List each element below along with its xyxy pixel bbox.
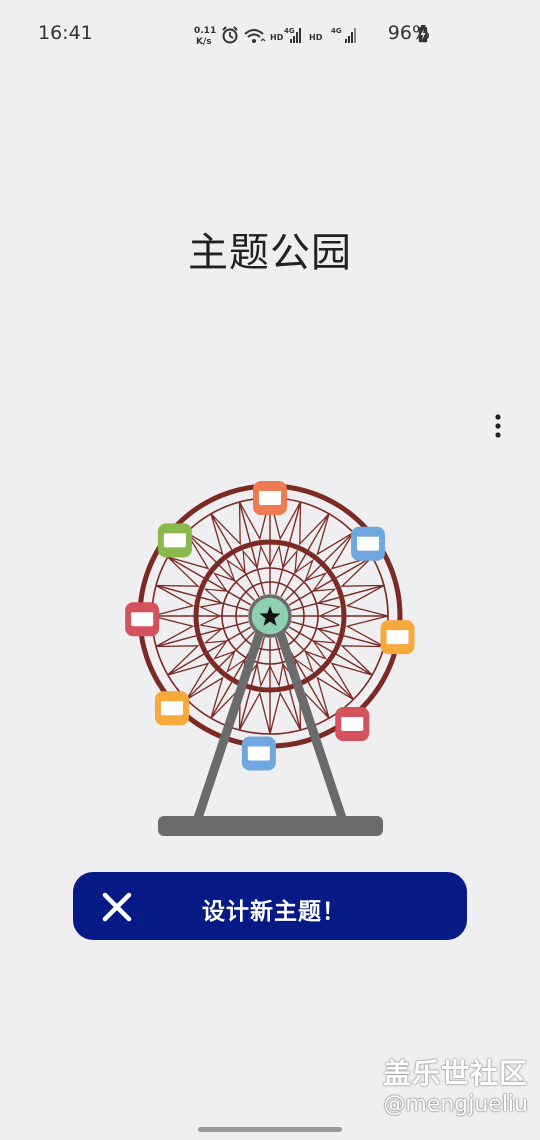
signal2-tag: HD <box>309 33 323 42</box>
cabin <box>125 602 160 637</box>
cabin <box>380 620 415 655</box>
watermark-username: @mengjueliu <box>383 1092 528 1117</box>
cabin <box>241 736 276 771</box>
alarm-icon <box>222 26 238 44</box>
cabin <box>351 526 386 561</box>
design-new-theme-button[interactable]: 设计新主题！ <box>73 872 467 940</box>
cabin <box>253 481 287 515</box>
page-title: 主题公园 <box>188 230 352 276</box>
more-options-button[interactable] <box>482 406 514 446</box>
signal-icon: HD 4G <box>309 27 356 43</box>
design-new-theme-label: 设计新主题！ <box>202 899 346 925</box>
more-vertical-icon <box>495 414 501 438</box>
network-speed-value: 0.11 <box>194 26 216 36</box>
status-time: 16:41 <box>38 22 93 44</box>
watermark-community: 盖乐世社区 <box>382 1057 528 1090</box>
ferris-wheel-illustration <box>125 481 415 836</box>
signal1-gen: 4G <box>284 27 295 35</box>
wifi-icon <box>244 29 266 43</box>
status-icons: 0.11 K/s HD 4G HD 4G <box>194 26 356 46</box>
network-speed-unit: K/s <box>196 37 212 46</box>
cabin <box>154 691 189 726</box>
cabin <box>157 523 192 558</box>
signal1-tag: HD <box>270 33 284 42</box>
battery-charging-icon <box>418 25 428 43</box>
status-bar: 16:41 0.11 K/s HD 4G HD 4G 96% <box>0 0 540 68</box>
wheel-hub <box>248 594 292 638</box>
home-indicator[interactable] <box>198 1127 342 1132</box>
signal2-gen: 4G <box>331 27 342 35</box>
cabin <box>335 707 370 742</box>
signal-icon: HD 4G <box>270 27 301 43</box>
